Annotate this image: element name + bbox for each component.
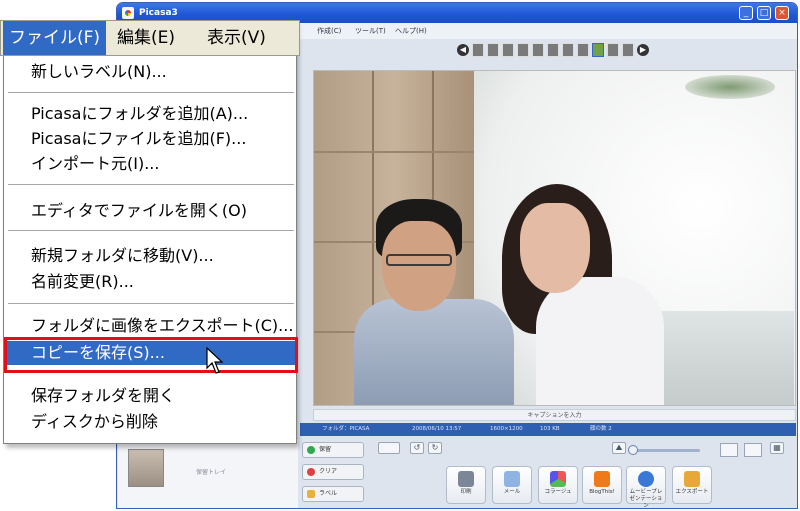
blogger-icon	[594, 471, 610, 487]
highlight-outline	[4, 337, 298, 373]
zoom-slider[interactable]	[628, 445, 700, 455]
filmstrip-thumb[interactable]	[607, 43, 619, 57]
grid-view-button[interactable]	[744, 443, 762, 457]
photo-info-bar: フォルダ：PICASA 2008/06/10 13:57 1600×1200 1…	[300, 423, 796, 436]
export-button[interactable]: エクスポート	[672, 466, 712, 504]
movie-icon	[638, 471, 654, 487]
photo-preview	[313, 70, 796, 406]
caption-input[interactable]: キャプションを入力	[313, 409, 796, 421]
blogthis-button[interactable]: BlogThis!	[582, 466, 622, 504]
menu-help[interactable]: ヘルプ(H)	[395, 23, 427, 39]
filmstrip-thumb-selected[interactable]	[592, 43, 604, 57]
menu-item-import-from[interactable]: インポート元(I)...	[7, 152, 295, 176]
label-icon	[307, 490, 315, 498]
hold-button[interactable]: 保留	[302, 442, 364, 458]
filmstrip-thumb[interactable]	[487, 43, 499, 57]
clear-icon	[307, 468, 315, 476]
menubar: ファイル(F) 編集(E) 表示(V)	[0, 20, 300, 56]
photo-tray: 保留トレイ	[118, 438, 298, 508]
movie-button[interactable]: ムービープレゼンテーション	[626, 466, 666, 509]
hold-icon	[307, 446, 315, 454]
menu-item-rename[interactable]: 名前変更(R)...	[7, 270, 295, 294]
zoom-out-icon[interactable]: ⛰	[612, 442, 626, 454]
menu-item-export-images[interactable]: フォルダに画像をエクスポート(C)...	[7, 314, 295, 338]
email-button[interactable]: メール	[492, 466, 532, 504]
maximize-button[interactable]: □	[757, 6, 771, 20]
next-arrow-icon[interactable]: ▶	[637, 44, 649, 56]
menu-separator	[8, 92, 294, 94]
picasa-logo-icon	[122, 7, 134, 19]
menu-file[interactable]: ファイル(F)	[3, 21, 107, 55]
share-toggle-button[interactable]	[378, 442, 400, 454]
print-button[interactable]: 印刷	[446, 466, 486, 504]
filmstrip-thumb[interactable]	[577, 43, 589, 57]
tray-label: 保留トレイ	[196, 469, 227, 476]
filmstrip-thumb[interactable]	[472, 43, 484, 57]
zoom-slider-knob[interactable]	[628, 445, 638, 455]
menu-item-open-save-folder[interactable]: 保存フォルダを開く	[7, 384, 295, 408]
menu-edit[interactable]: 編集(E)	[111, 21, 181, 55]
printer-icon	[458, 471, 474, 487]
menu-view[interactable]: 表示(V)	[201, 21, 272, 55]
tree-leaves	[685, 75, 775, 99]
sort-icon[interactable]: ▦	[770, 442, 784, 454]
prev-arrow-icon[interactable]: ◀	[457, 44, 469, 56]
label-button[interactable]: ラベル	[302, 486, 364, 502]
filmstrip-thumb[interactable]	[532, 43, 544, 57]
minimize-button[interactable]: _	[739, 6, 753, 20]
rotate-left-icon[interactable]: ↺	[410, 442, 424, 454]
menu-item-add-folder[interactable]: Picasaにフォルダを追加(A)...	[7, 102, 295, 126]
menu-separator	[8, 230, 294, 232]
mail-icon	[504, 471, 520, 487]
filmstrip-thumb[interactable]	[562, 43, 574, 57]
menu-item-delete-from-disk[interactable]: ディスクから削除	[7, 410, 295, 434]
folder-export-icon	[684, 471, 700, 487]
menu-item-new-label[interactable]: 新しいラベル(N)...	[7, 60, 295, 84]
menu-item-open-in-editor[interactable]: エディタでファイルを開く(O)	[7, 199, 295, 223]
filmstrip-thumb[interactable]	[517, 43, 529, 57]
file-menu-dropdown: 新しいラベル(N)... Picasaにフォルダを追加(A)... Picasa…	[3, 56, 297, 444]
menu-item-move-to-new-folder[interactable]: 新規フォルダに移動(V)...	[7, 244, 295, 268]
filmstrip-thumb[interactable]	[622, 43, 634, 57]
collage-icon	[550, 471, 566, 487]
filmstrip: ◀ ▶	[457, 41, 649, 59]
single-view-button[interactable]	[720, 443, 738, 457]
tray-thumbnail[interactable]	[128, 449, 164, 487]
mouse-cursor-icon	[206, 347, 224, 374]
menu-tools[interactable]: ツール(T)	[355, 23, 386, 39]
menu-item-add-file[interactable]: Picasaにファイルを追加(F)...	[7, 127, 295, 151]
menu-separator	[8, 184, 294, 186]
collage-button[interactable]: コラージュ	[538, 466, 578, 504]
menu-create[interactable]: 作成(C)	[317, 23, 341, 39]
close-button[interactable]: ×	[775, 6, 789, 20]
background-building	[644, 311, 794, 405]
filmstrip-thumb[interactable]	[502, 43, 514, 57]
menu-separator	[8, 303, 294, 305]
clear-button[interactable]: クリア	[302, 464, 364, 480]
filmstrip-thumb[interactable]	[547, 43, 559, 57]
rotate-right-icon[interactable]: ↻	[428, 442, 442, 454]
